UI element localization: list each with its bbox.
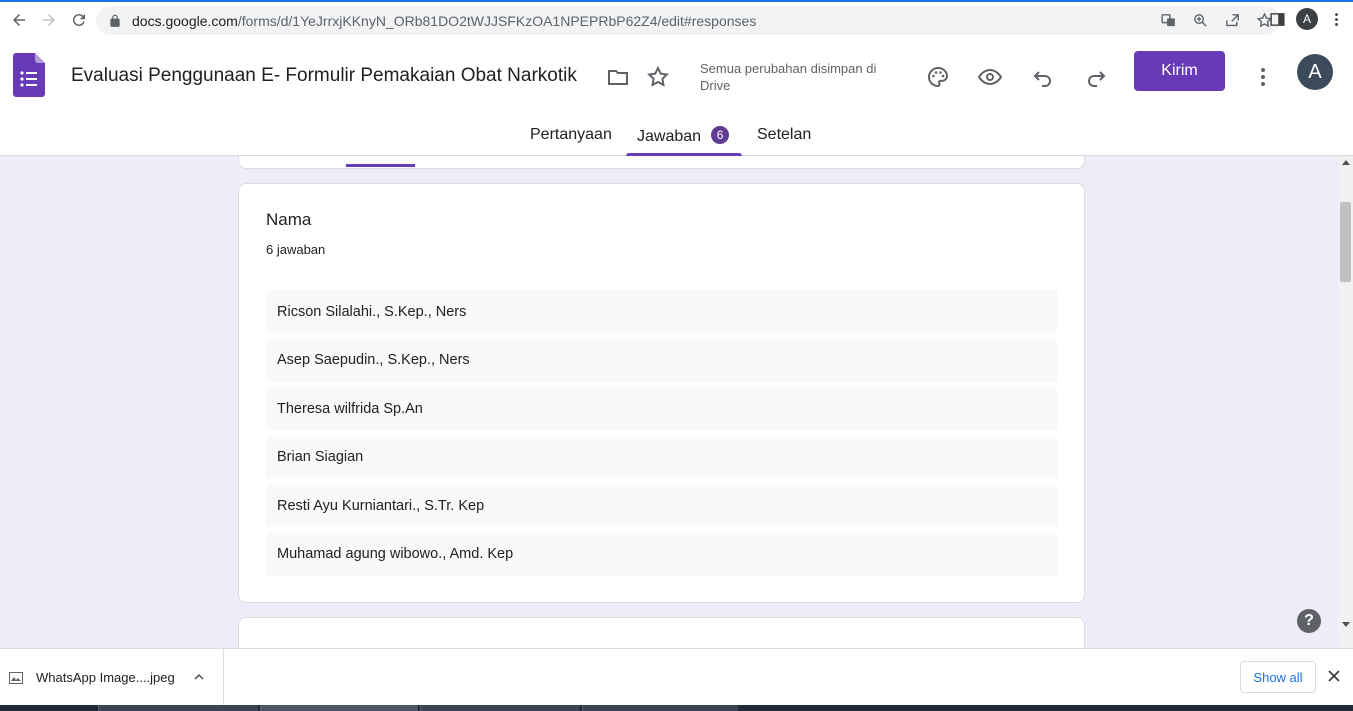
- responses-count-badge: 6: [711, 126, 730, 144]
- back-icon[interactable]: [6, 7, 32, 33]
- omnibox-actions: [1152, 6, 1280, 35]
- show-all-button[interactable]: Show all: [1240, 661, 1316, 693]
- scroll-thumb[interactable]: [1340, 202, 1351, 282]
- taskbar-item[interactable]: [582, 705, 738, 711]
- address-bar[interactable]: docs.google.com/forms/d/1YeJrrxjKKnyN_OR…: [96, 6, 1280, 35]
- reload-icon[interactable]: [66, 7, 92, 33]
- tab-responses[interactable]: Jawaban 6: [637, 126, 730, 146]
- image-file-icon: [9, 671, 23, 684]
- download-shelf: WhatsApp Image....jpeg Show all: [0, 648, 1353, 706]
- responses-content: Nama 6 jawaban Ricson Silalahi., S.Kep.,…: [0, 156, 1338, 648]
- download-item[interactable]: WhatsApp Image....jpeg: [0, 649, 224, 706]
- loading-indicator: [0, 0, 1353, 2]
- tab-responses-label: Jawaban: [637, 128, 702, 145]
- save-status: Semua perubahan disimpan di Drive: [700, 61, 877, 93]
- summary-card: [238, 156, 1085, 169]
- forward-icon[interactable]: [36, 7, 62, 33]
- scroll-up-arrow-icon[interactable]: [1342, 160, 1350, 165]
- url-path: /forms/d/1YeJrrxjKKnyN_ORb81DO2tWJJSFKzO…: [237, 12, 757, 29]
- translate-icon[interactable]: [1152, 12, 1184, 29]
- preview-eye-icon[interactable]: [977, 64, 1003, 90]
- answer-item: Brian Siagian: [266, 435, 1058, 479]
- page-scrollbar[interactable]: [1338, 156, 1353, 648]
- help-icon[interactable]: ?: [1297, 609, 1321, 633]
- browser-right-controls: A: [1269, 8, 1345, 30]
- form-title[interactable]: Evaluasi Penggunaan E- Formulir Pemakaia…: [71, 65, 577, 87]
- redo-icon[interactable]: [1083, 64, 1109, 90]
- url-text: docs.google.com/forms/d/1YeJrrxjKKnyN_OR…: [132, 13, 756, 29]
- summary-tab-indicator: [346, 164, 415, 167]
- answer-item: Asep Saepudin., S.Kep., Ners: [266, 338, 1058, 382]
- browser-menu-icon[interactable]: [1328, 11, 1345, 28]
- browser-toolbar: docs.google.com/forms/d/1YeJrrxjKKnyN_OR…: [0, 0, 1353, 38]
- answer-list: Ricson Silalahi., S.Kep., Ners Asep Saep…: [266, 290, 1058, 581]
- palette-icon[interactable]: [925, 64, 951, 90]
- tab-settings[interactable]: Setelan: [757, 126, 811, 144]
- google-forms-logo-icon[interactable]: [13, 53, 45, 97]
- zoom-icon[interactable]: [1184, 12, 1216, 29]
- browser-profile-avatar[interactable]: A: [1296, 8, 1318, 30]
- next-question-card: [238, 617, 1085, 648]
- star-icon[interactable]: [645, 64, 671, 90]
- question-title: Nama: [266, 210, 312, 229]
- undo-icon[interactable]: [1030, 64, 1056, 90]
- taskbar-item[interactable]: [420, 705, 580, 711]
- share-icon[interactable]: [1216, 12, 1248, 29]
- taskbar-item[interactable]: [98, 705, 258, 711]
- side-panel-icon[interactable]: [1269, 11, 1286, 28]
- close-icon[interactable]: [1327, 669, 1341, 683]
- form-tabs: Pertanyaan Jawaban 6 Setelan: [0, 118, 1353, 156]
- url-host: docs.google.com: [132, 12, 238, 29]
- download-file-name: WhatsApp Image....jpeg: [36, 670, 175, 685]
- lock-icon: [110, 14, 120, 27]
- account-avatar[interactable]: A: [1297, 54, 1333, 90]
- scroll-down-arrow-icon[interactable]: [1342, 622, 1350, 627]
- forms-header: Evaluasi Penggunaan E- Formulir Pemakaia…: [0, 38, 1353, 156]
- answer-item: Resti Ayu Kurniantari., S.Tr. Kep: [266, 484, 1058, 527]
- answer-item: Theresa wilfrida Sp.An: [266, 387, 1058, 430]
- chevron-up-icon[interactable]: [193, 671, 205, 683]
- os-taskbar: [0, 705, 1353, 711]
- more-options-icon[interactable]: [1250, 64, 1276, 90]
- answer-item: Ricson Silalahi., S.Kep., Ners: [266, 290, 1058, 333]
- tab-questions[interactable]: Pertanyaan: [530, 126, 612, 144]
- move-to-folder-icon[interactable]: [605, 64, 631, 90]
- taskbar-item[interactable]: [260, 705, 418, 711]
- response-count: 6 jawaban: [266, 242, 326, 257]
- answer-item: Muhamad agung wibowo., Amd. Kep: [266, 532, 1058, 576]
- send-button[interactable]: Kirim: [1134, 51, 1225, 91]
- question-card: Nama 6 jawaban Ricson Silalahi., S.Kep.,…: [238, 183, 1085, 603]
